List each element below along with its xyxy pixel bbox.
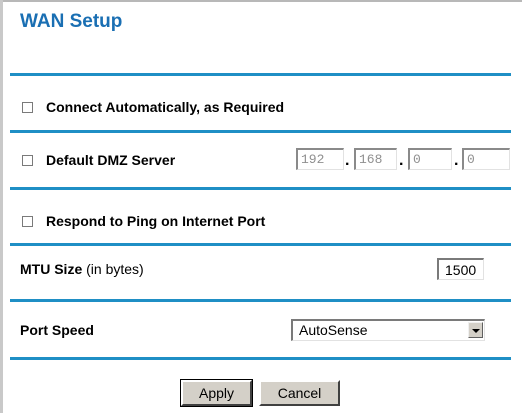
connect-automatically-checkbox[interactable] bbox=[22, 102, 33, 113]
ip-separator-dot: . bbox=[399, 152, 404, 169]
divider bbox=[10, 130, 511, 133]
mtu-label-text: MTU Size bbox=[20, 261, 83, 277]
divider bbox=[10, 187, 511, 190]
port-speed-label: Port Speed bbox=[20, 322, 94, 338]
dmz-ip-octet-4[interactable]: 0 bbox=[462, 148, 510, 170]
dmz-ip-octet-2[interactable]: 168 bbox=[354, 148, 397, 170]
cancel-button[interactable]: Cancel bbox=[259, 380, 340, 406]
ip-separator-dot: . bbox=[345, 152, 350, 169]
divider bbox=[10, 299, 511, 302]
mtu-unit-text: (in bytes) bbox=[86, 261, 144, 277]
mtu-size-label: MTU Size (in bytes) bbox=[20, 261, 144, 277]
divider bbox=[10, 73, 511, 76]
respond-ping-label: Respond to Ping on Internet Port bbox=[46, 213, 266, 229]
port-speed-select[interactable]: AutoSense bbox=[291, 319, 485, 341]
apply-button[interactable]: Apply bbox=[180, 379, 253, 407]
connect-automatically-label: Connect Automatically, as Required bbox=[46, 99, 285, 115]
window-left-border bbox=[0, 0, 3, 413]
page-title: WAN Setup bbox=[20, 11, 123, 32]
divider bbox=[10, 243, 511, 246]
dmz-ip-octet-3[interactable]: 0 bbox=[408, 148, 452, 170]
window-top-border bbox=[0, 0, 522, 2]
mtu-size-input[interactable]: 1500 bbox=[437, 258, 484, 280]
ip-separator-dot: . bbox=[454, 152, 459, 169]
respond-ping-checkbox[interactable] bbox=[22, 216, 33, 227]
dmz-server-checkbox[interactable] bbox=[22, 155, 33, 166]
dmz-server-label: Default DMZ Server bbox=[46, 152, 176, 168]
port-speed-selected-value: AutoSense bbox=[299, 322, 368, 338]
dmz-ip-octet-1[interactable]: 192 bbox=[296, 148, 344, 170]
divider bbox=[10, 357, 511, 360]
chevron-down-icon[interactable] bbox=[468, 322, 483, 338]
